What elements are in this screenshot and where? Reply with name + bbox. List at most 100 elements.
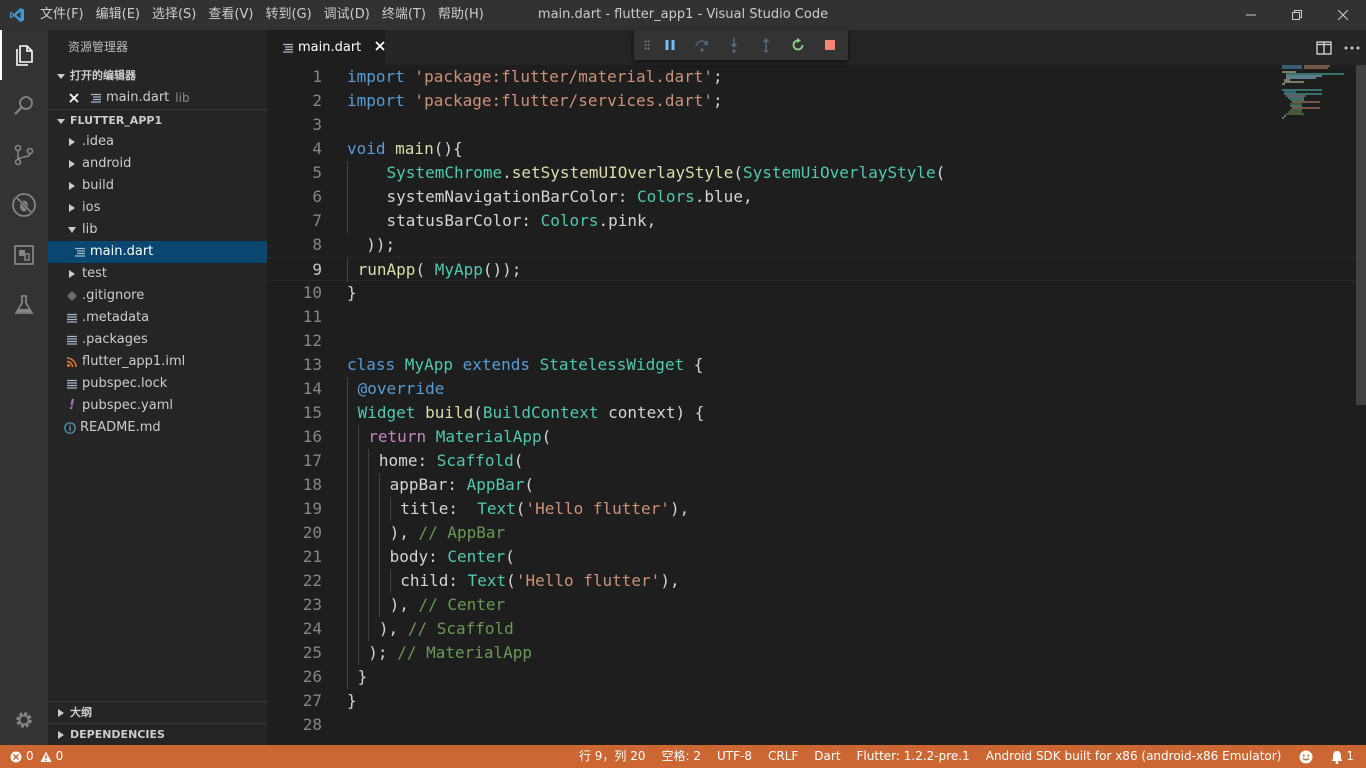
- flutter-version[interactable]: Flutter: 1.2.2-pre.1: [849, 745, 978, 768]
- close-window-button[interactable]: [1320, 0, 1366, 30]
- menu-debug[interactable]: 调试(D): [318, 0, 376, 30]
- code-text: import 'package:flutter/material.dart';: [347, 67, 723, 86]
- tree-file-iml[interactable]: flutter_app1.iml: [48, 351, 267, 373]
- bell-icon: [1331, 750, 1343, 764]
- cursor-position[interactable]: 行 9，列 20: [571, 745, 654, 768]
- close-icon[interactable]: [68, 93, 80, 103]
- dependencies-header[interactable]: DEPENDENCIES: [48, 723, 267, 745]
- line-number: 13: [302, 355, 322, 374]
- more-actions-button[interactable]: [1338, 30, 1366, 65]
- line-number: 23: [302, 595, 322, 614]
- sidebar-title: 资源管理器: [68, 40, 129, 54]
- open-editor-item[interactable]: main.dart lib: [48, 87, 267, 109]
- tree-folder-idea[interactable]: .idea: [48, 131, 267, 153]
- window-controls: [1228, 0, 1366, 30]
- close-icon: [1338, 10, 1348, 20]
- minimap[interactable]: [1282, 65, 1352, 125]
- code-line: 22 child: Text('Hello flutter'),: [267, 569, 1357, 593]
- code-text: }: [347, 283, 357, 302]
- device-selector[interactable]: Android SDK built for x86 (android-x86 E…: [978, 745, 1290, 768]
- encoding[interactable]: UTF-8: [709, 745, 760, 768]
- tree-folder-lib[interactable]: lib: [48, 219, 267, 241]
- menu-view[interactable]: 查看(V): [202, 0, 259, 30]
- tree-folder-build[interactable]: build: [48, 175, 267, 197]
- chevron-right-icon: [54, 730, 68, 739]
- explorer-button[interactable]: [0, 30, 48, 80]
- split-editor-button[interactable]: [1310, 30, 1338, 65]
- menu-selection[interactable]: 选择(S): [146, 0, 202, 30]
- drag-handle-icon[interactable]: [640, 40, 654, 50]
- tree-file-packages[interactable]: .packages: [48, 329, 267, 351]
- source-control-button[interactable]: [0, 130, 48, 180]
- tree-folder-test[interactable]: test: [48, 263, 267, 285]
- outline-header[interactable]: 大纲: [48, 701, 267, 723]
- tree-file-pubspec-lock[interactable]: pubspec.lock: [48, 373, 267, 395]
- error-count: 0: [26, 749, 34, 763]
- language-mode[interactable]: Dart: [806, 745, 848, 768]
- ellipsis-icon: [1344, 46, 1360, 49]
- stop-button[interactable]: [814, 30, 846, 60]
- problems-indicator[interactable]: 0 0: [10, 745, 71, 768]
- tree-file-metadata[interactable]: .metadata: [48, 307, 267, 329]
- tree-folder-android[interactable]: android: [48, 153, 267, 175]
- stop-icon: [825, 40, 835, 50]
- rss-icon: [66, 357, 78, 367]
- feedback-button[interactable]: [1289, 745, 1323, 768]
- tree-file-main-dart[interactable]: main.dart: [48, 241, 267, 263]
- file-lines-icon: [283, 43, 293, 53]
- tree-label: .gitignore: [82, 288, 145, 303]
- vertical-scrollbar[interactable]: [1356, 65, 1366, 745]
- editor-actions: [1310, 30, 1366, 65]
- menu-file[interactable]: 文件(F): [34, 0, 90, 30]
- extensions-button[interactable]: [0, 230, 48, 280]
- restart-icon: [792, 38, 804, 51]
- debug-view-button[interactable]: [0, 180, 48, 230]
- line-number: 22: [302, 571, 322, 590]
- code-line: 1 import 'package:flutter/material.dart';: [267, 65, 1357, 89]
- code-line: 6 systemNavigationBarColor: Colors.blue,: [267, 185, 1357, 209]
- minimize-button[interactable]: [1228, 0, 1274, 30]
- dependencies-label: DEPENDENCIES: [70, 727, 165, 741]
- step-into-button[interactable]: [718, 30, 750, 60]
- pause-button[interactable]: [654, 30, 686, 60]
- test-button[interactable]: [0, 280, 48, 330]
- menu-help[interactable]: 帮助(H): [432, 0, 490, 30]
- code-line: 2 import 'package:flutter/services.dart';: [267, 89, 1357, 113]
- restart-button[interactable]: [782, 30, 814, 60]
- split-editor-icon: [1316, 40, 1332, 55]
- menu-terminal[interactable]: 终端(T): [376, 0, 432, 30]
- step-out-button[interactable]: [750, 30, 782, 60]
- manage-button[interactable]: [0, 695, 48, 745]
- step-over-button[interactable]: [686, 30, 718, 60]
- tree-label: .metadata: [82, 310, 150, 325]
- line-number: 18: [302, 475, 322, 494]
- file-lines-icon: [66, 313, 78, 323]
- indentation[interactable]: 空格: 2: [654, 745, 710, 768]
- code-line: 20 ), // AppBar: [267, 521, 1357, 545]
- tree-folder-ios[interactable]: ios: [48, 197, 267, 219]
- tree-file-pubspec-yaml[interactable]: ! pubspec.yaml: [48, 395, 267, 417]
- search-view-button[interactable]: [0, 80, 48, 130]
- smiley-icon: [1299, 750, 1313, 763]
- tree-file-gitignore[interactable]: .gitignore: [48, 285, 267, 307]
- code-text: systemNavigationBarColor: Colors.blue,: [347, 185, 753, 209]
- scrollbar-thumb[interactable]: [1356, 65, 1366, 405]
- code-editor[interactable]: 1 import 'package:flutter/material.dart';…: [267, 65, 1366, 745]
- menu-go[interactable]: 转到(G): [259, 0, 317, 30]
- code-text: ));: [366, 235, 396, 254]
- menu-edit[interactable]: 编辑(E): [90, 0, 146, 30]
- open-editors-header[interactable]: 打开的编辑器: [48, 65, 267, 87]
- code-text: ), // AppBar: [347, 521, 505, 545]
- restore-button[interactable]: [1274, 0, 1320, 30]
- project-header[interactable]: FLUTTER_APP1: [48, 109, 267, 131]
- tab-main-dart[interactable]: main.dart: [267, 30, 385, 65]
- tree-file-readme[interactable]: README.md: [48, 417, 267, 439]
- chevron-right-icon: [66, 182, 78, 190]
- notifications-button[interactable]: 1: [1323, 745, 1366, 768]
- code-text: appBar: AppBar(: [347, 473, 534, 497]
- warning-icon: [40, 751, 52, 762]
- tree-label: ios: [82, 200, 101, 215]
- line-ending[interactable]: CRLF: [760, 745, 806, 768]
- close-icon[interactable]: [375, 40, 385, 55]
- debug-icon: [12, 193, 36, 217]
